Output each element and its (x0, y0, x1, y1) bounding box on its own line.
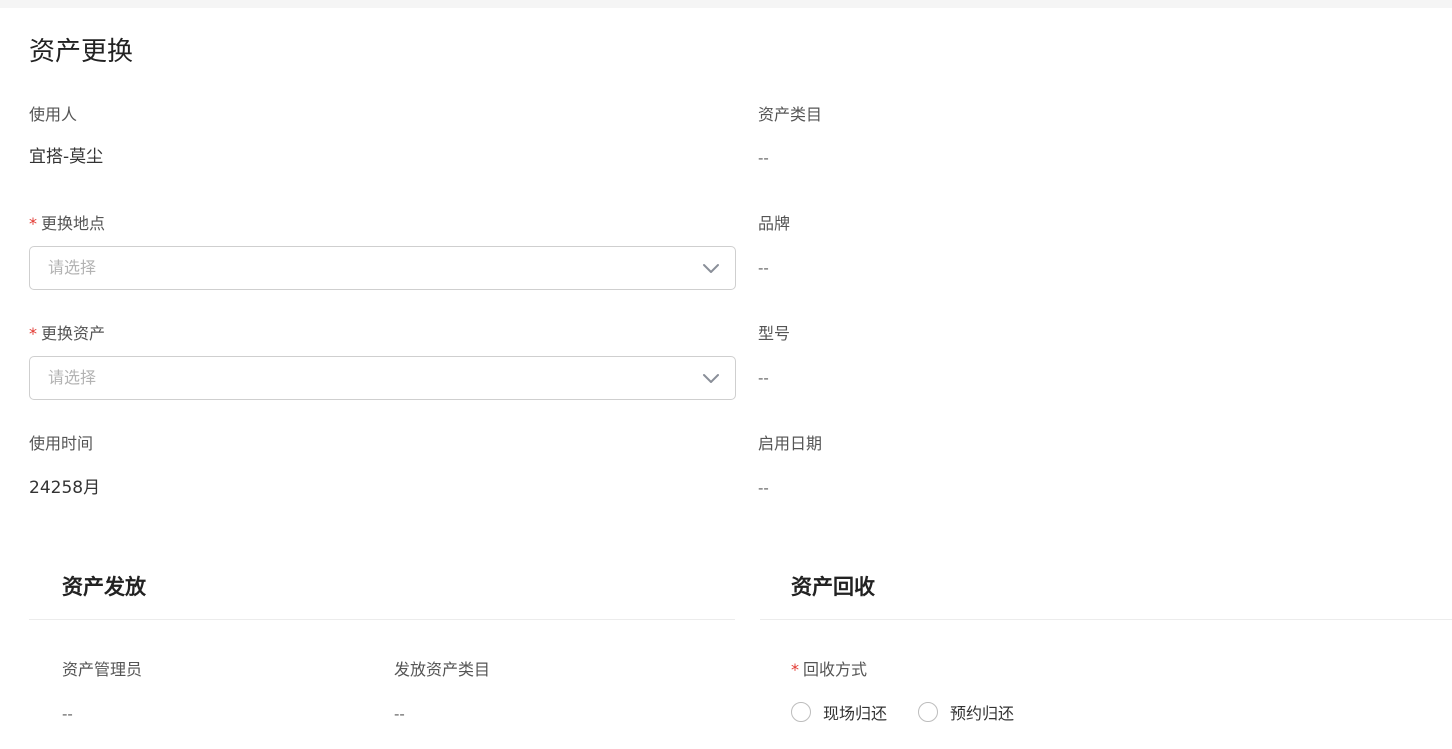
model-label: 型号 (758, 324, 791, 343)
category-label: 资产类目 (758, 105, 823, 124)
radio-scheduled-return-label: 预约归还 (950, 704, 1015, 723)
required-mark: * (29, 214, 37, 233)
brand-value: -- (758, 259, 769, 277)
recycle-method-label-text: 回收方式 (803, 660, 868, 679)
user-label: 使用人 (29, 105, 78, 124)
recycle-method-label: * 回收方式 (791, 660, 867, 680)
brand-label: 品牌 (758, 214, 791, 233)
asset-select-placeholder: 请选择 (48, 368, 97, 387)
manager-value: -- (62, 705, 73, 723)
radio-onsite-return-label: 现场归还 (823, 704, 888, 723)
recycle-section-title: 资产回收 (791, 575, 875, 599)
start-date-value: -- (758, 479, 769, 497)
recycle-section-divider (760, 619, 1452, 620)
issue-category-value: -- (394, 705, 405, 723)
asset-select[interactable]: 请选择 (29, 356, 736, 400)
usage-time-value: 24258月 (29, 478, 101, 498)
location-select-placeholder: 请选择 (48, 258, 97, 277)
required-mark: * (791, 660, 799, 679)
manager-label: 资产管理员 (62, 660, 143, 679)
location-label-text: 更换地点 (41, 214, 106, 233)
page-title: 资产更换 (29, 37, 134, 67)
issue-section-divider (29, 619, 735, 620)
issue-category-label: 发放资产类目 (394, 660, 491, 679)
radio-circle[interactable] (918, 702, 938, 722)
chevron-down-icon (703, 264, 719, 273)
location-label: * 更换地点 (29, 214, 105, 234)
asset-replacement-page: 资产更换 使用人 宜搭-莫尘 * 更换地点 请选择 * 更换资产 请选择 使用时间 … (0, 8, 1452, 749)
usage-time-label: 使用时间 (29, 434, 94, 453)
required-mark: * (29, 324, 37, 343)
location-select[interactable]: 请选择 (29, 246, 736, 290)
asset-label-text: 更换资产 (41, 324, 106, 343)
start-date-label: 启用日期 (758, 434, 823, 453)
category-value: -- (758, 149, 769, 167)
issue-section-title: 资产发放 (62, 575, 146, 599)
chevron-down-icon (703, 374, 719, 383)
user-value: 宜搭-莫尘 (29, 147, 104, 167)
radio-scheduled-return[interactable]: 预约归还 (918, 700, 1014, 724)
model-value: -- (758, 369, 769, 387)
radio-onsite-return[interactable]: 现场归还 (791, 700, 887, 724)
asset-label: * 更换资产 (29, 324, 105, 344)
radio-circle[interactable] (791, 702, 811, 722)
